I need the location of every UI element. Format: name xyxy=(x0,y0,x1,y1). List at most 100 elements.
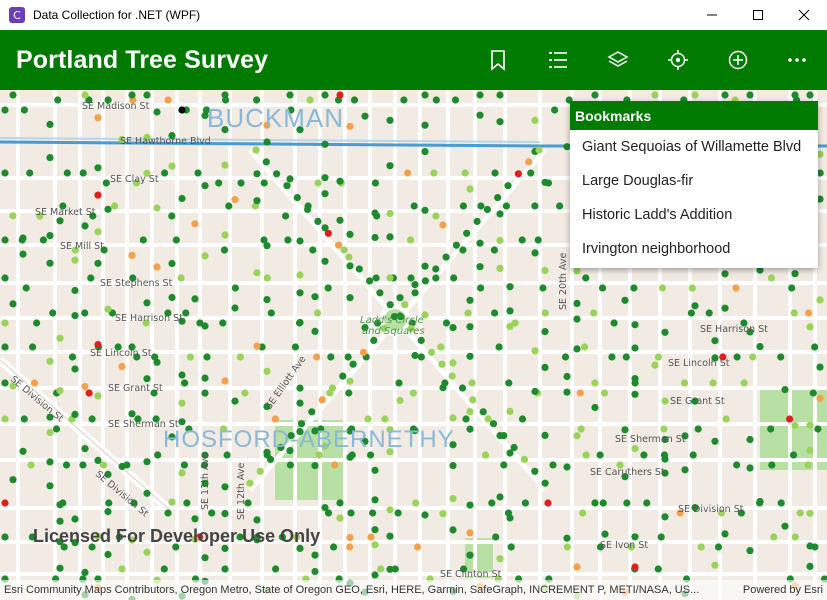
tree-point[interactable] xyxy=(483,205,491,214)
tree-point[interactable] xyxy=(654,565,662,573)
close-button[interactable] xyxy=(781,0,827,30)
tree-point[interactable] xyxy=(394,509,402,517)
tree-point[interactable] xyxy=(577,425,585,433)
tree-point[interactable] xyxy=(654,353,663,361)
tree-point[interactable] xyxy=(253,516,261,524)
tree-point[interactable] xyxy=(118,462,126,471)
tree-point[interactable] xyxy=(71,286,79,295)
tree-point[interactable] xyxy=(386,532,394,540)
tree-point[interactable] xyxy=(490,246,498,254)
tree-point[interactable] xyxy=(740,379,748,387)
tree-point[interactable] xyxy=(573,267,581,275)
tree-point[interactable] xyxy=(466,551,474,559)
tree-point[interactable] xyxy=(541,363,549,371)
tree-point[interactable] xyxy=(231,196,239,204)
tree-point[interactable] xyxy=(563,463,571,471)
tree-point[interactable] xyxy=(386,565,394,573)
bookmark-item[interactable]: Historic Ladd's Addition xyxy=(570,198,818,232)
tree-point[interactable] xyxy=(220,246,229,254)
tree-point[interactable] xyxy=(49,309,57,317)
tree-point[interactable] xyxy=(311,293,319,301)
tree-point[interactable] xyxy=(411,281,419,289)
tree-point[interactable] xyxy=(489,420,498,428)
tree-point[interactable] xyxy=(87,274,95,282)
tree-point[interactable] xyxy=(105,499,113,507)
add-feature-button[interactable] xyxy=(708,30,768,90)
tree-point[interactable] xyxy=(561,353,570,361)
tree-point[interactable] xyxy=(500,461,508,469)
tree-point[interactable] xyxy=(767,274,776,282)
tree-point[interactable] xyxy=(549,461,557,469)
tree-point[interactable] xyxy=(531,387,539,395)
tree-point[interactable] xyxy=(531,347,539,355)
tree-point[interactable] xyxy=(400,96,408,104)
tree-point[interactable] xyxy=(476,91,484,99)
tree-point[interactable] xyxy=(231,397,239,405)
tree-point[interactable] xyxy=(600,389,609,397)
tree-point[interactable] xyxy=(417,353,425,361)
tree-point[interactable] xyxy=(286,175,294,183)
tree-point[interactable] xyxy=(506,307,514,315)
tree-point[interactable] xyxy=(527,169,535,177)
tree-point[interactable] xyxy=(721,530,729,538)
tree-point[interactable] xyxy=(439,510,447,518)
tree-point[interactable] xyxy=(81,91,89,99)
tree-point[interactable] xyxy=(573,432,581,440)
tree-point[interactable] xyxy=(221,377,229,385)
tree-point[interactable] xyxy=(404,169,412,177)
tree-point[interactable] xyxy=(104,550,112,559)
tree-point[interactable] xyxy=(201,182,209,190)
tree-point[interactable] xyxy=(631,445,639,453)
tree-point[interactable] xyxy=(263,367,271,375)
tree-point[interactable] xyxy=(340,246,348,254)
tree-point[interactable] xyxy=(94,114,102,122)
tree-point[interactable] xyxy=(203,353,211,361)
tree-point[interactable] xyxy=(221,565,229,573)
tree-point[interactable] xyxy=(591,379,599,387)
tree-point[interactable] xyxy=(253,342,261,350)
tree-point[interactable] xyxy=(746,547,754,555)
tree-point[interactable] xyxy=(582,274,590,282)
tree-point[interactable] xyxy=(421,262,429,270)
tree-point[interactable] xyxy=(496,91,504,99)
tree-point[interactable] xyxy=(688,284,696,292)
tree-point[interactable] xyxy=(168,259,176,268)
tree-point[interactable] xyxy=(806,562,814,570)
tree-point[interactable] xyxy=(253,197,261,205)
tree-point[interactable] xyxy=(804,461,812,469)
tree-point[interactable] xyxy=(432,274,440,282)
tree-point[interactable] xyxy=(349,360,357,368)
tree-point[interactable] xyxy=(371,233,379,242)
tree-point[interactable] xyxy=(432,265,440,273)
tree-point[interactable] xyxy=(164,509,172,517)
tree-point[interactable] xyxy=(491,169,499,177)
tree-point[interactable] xyxy=(128,91,136,99)
tree-point[interactable] xyxy=(346,543,354,551)
tree-point[interactable] xyxy=(791,270,799,278)
tree-point[interactable] xyxy=(346,377,354,385)
tree-point[interactable] xyxy=(237,179,245,187)
tree-point[interactable] xyxy=(451,96,460,104)
tree-point[interactable] xyxy=(272,565,280,573)
tree-point[interactable] xyxy=(631,321,639,329)
tree-point[interactable] xyxy=(573,315,581,323)
tree-point[interactable] xyxy=(161,169,169,177)
tree-point[interactable] xyxy=(476,111,484,119)
tree-point[interactable] xyxy=(601,530,609,538)
tree-point[interactable] xyxy=(809,389,817,397)
tree-point[interactable] xyxy=(221,231,229,239)
tree-point[interactable] xyxy=(221,91,229,99)
tree-point[interactable] xyxy=(464,309,472,317)
tree-point[interactable] xyxy=(432,212,440,220)
tree-point[interactable] xyxy=(314,179,322,187)
tree-point[interactable] xyxy=(219,319,227,327)
tree-point[interactable] xyxy=(94,228,102,236)
tree-point[interactable] xyxy=(494,194,502,202)
tree-point[interactable] xyxy=(432,96,440,104)
tree-point[interactable] xyxy=(439,221,447,229)
tree-point[interactable] xyxy=(746,91,754,99)
tree-point[interactable] xyxy=(396,294,404,302)
tree-point[interactable] xyxy=(282,212,290,220)
bookmark-item[interactable]: Large Douglas-fir xyxy=(570,164,818,198)
bookmark-item[interactable]: Irvington neighborhood xyxy=(570,232,818,266)
